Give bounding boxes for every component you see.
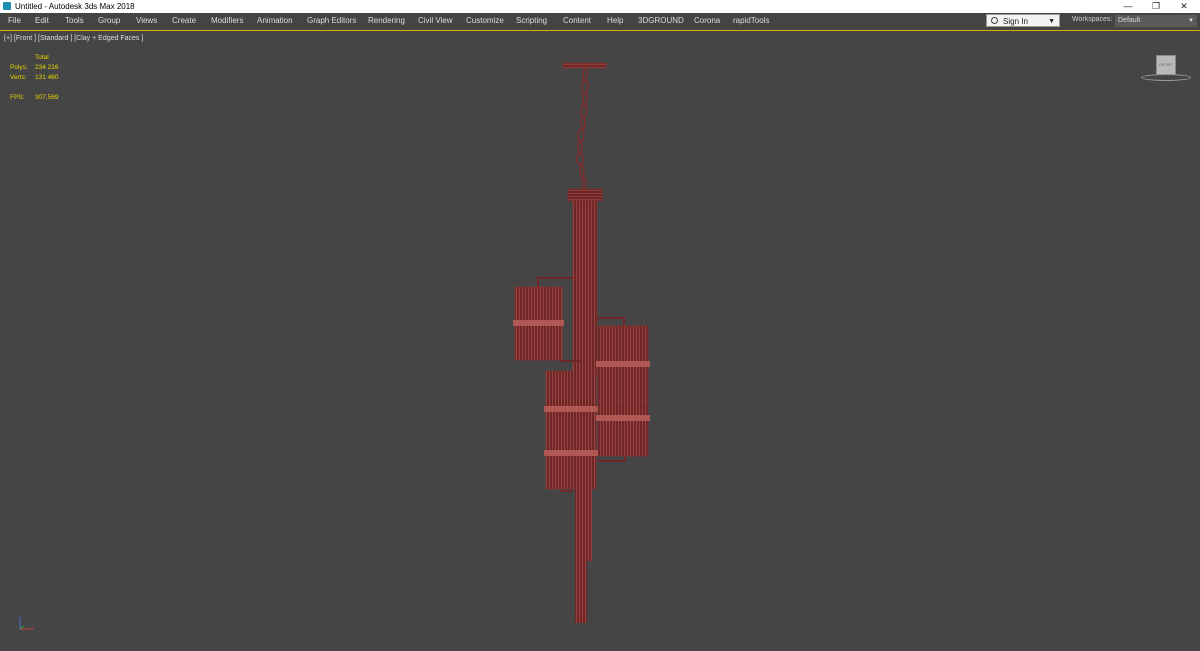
glass-shade (544, 440, 598, 490)
menu-customize[interactable]: Customize (466, 16, 504, 26)
chevron-down-icon: ▼ (1048, 18, 1055, 25)
sign-in-label: Sign In (1003, 17, 1028, 26)
user-icon (991, 17, 998, 24)
title-bar: Untitled - Autodesk 3ds Max 2018 — ❐ ✕ (0, 0, 1200, 13)
restore-button[interactable]: ❐ (1142, 0, 1170, 13)
central-stem (572, 200, 598, 377)
menu-graph-editors[interactable]: Graph Editors (307, 16, 356, 26)
chain (576, 68, 589, 189)
ceiling-plate (562, 62, 607, 69)
top-collar (567, 188, 603, 202)
close-button[interactable]: ✕ (1170, 0, 1198, 13)
menu-3dground[interactable]: 3DGROUND (638, 16, 684, 26)
menu-animation[interactable]: Animation (257, 16, 293, 26)
minimize-button[interactable]: — (1114, 0, 1142, 13)
sign-in-dropdown[interactable]: Sign In ▼ (986, 14, 1060, 27)
workspaces-label: Workspaces: (1072, 16, 1113, 23)
menu-corona[interactable]: Corona (694, 16, 720, 26)
menu-group[interactable]: Group (98, 16, 120, 26)
menu-help[interactable]: Help (607, 16, 623, 26)
menu-create[interactable]: Create (172, 16, 196, 26)
workspaces-value: Default (1118, 17, 1141, 24)
menu-tools[interactable]: Tools (65, 16, 84, 26)
workspaces-select[interactable]: Default ▼ (1115, 15, 1197, 27)
glass-shade (513, 286, 564, 361)
menu-scripting[interactable]: Scripting (516, 16, 547, 26)
glass-shade (596, 325, 650, 402)
glass-shade (544, 370, 598, 447)
app-logo-icon (3, 2, 11, 10)
axis-tripod-icon (19, 617, 34, 630)
glass-shade (596, 400, 650, 457)
menu-views[interactable]: Views (136, 16, 157, 26)
menu-modifiers[interactable]: Modifiers (211, 16, 243, 26)
chevron-down-icon: ▼ (1188, 18, 1194, 24)
viewport-front[interactable]: [+] [Front ] [Standard ] [Clay + Edged F… (0, 30, 1200, 650)
menu-content[interactable]: Content (563, 16, 591, 26)
menu-rendering[interactable]: Rendering (368, 16, 405, 26)
window-title: Untitled - Autodesk 3ds Max 2018 (15, 2, 135, 11)
menu-edit[interactable]: Edit (35, 16, 49, 26)
drop-rod (581, 471, 587, 623)
menu-file[interactable]: File (8, 16, 21, 26)
menu-rapidtools[interactable]: rapidTools (733, 16, 769, 26)
menu-civil-view[interactable]: Civil View (418, 16, 453, 26)
chandelier-model[interactable] (0, 31, 1200, 651)
